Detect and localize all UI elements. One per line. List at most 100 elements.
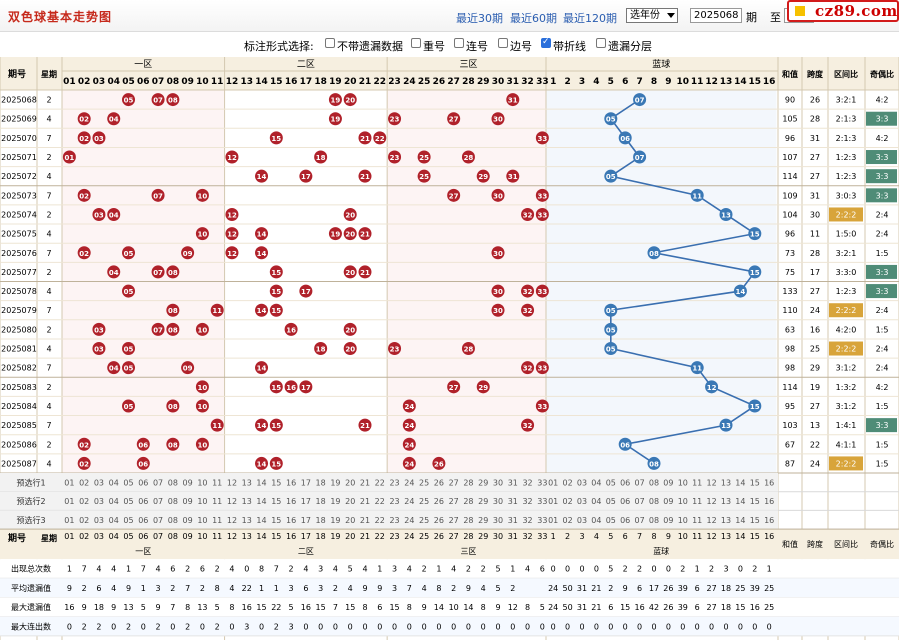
preselect-red-cell[interactable]: 20 <box>345 478 355 487</box>
preselect-red-cell[interactable]: 08 <box>168 478 178 487</box>
preselect-red-cell[interactable]: 04 <box>109 478 119 487</box>
preselect-red-cell[interactable]: 13 <box>242 516 252 525</box>
preselect-blue-cell[interactable]: 11 <box>692 497 702 506</box>
preselect-red-cell[interactable]: 08 <box>168 516 178 525</box>
preselect-blue-cell[interactable]: 07 <box>635 497 645 506</box>
preselect-red-cell[interactable]: 07 <box>153 516 163 525</box>
preselect-red-cell[interactable]: 28 <box>463 478 473 487</box>
preselect-blue-cell[interactable]: 06 <box>620 516 630 525</box>
preselect-red-cell[interactable]: 03 <box>94 497 104 506</box>
preselect-red-cell[interactable]: 22 <box>375 516 385 525</box>
preselect-red-cell[interactable]: 22 <box>375 478 385 487</box>
preselect-red-cell[interactable]: 31 <box>508 516 518 525</box>
preselect-red-cell[interactable]: 33 <box>537 478 547 487</box>
preselect-blue-cell[interactable]: 16 <box>764 478 774 487</box>
preselect-red-cell[interactable]: 29 <box>478 497 488 506</box>
preselect-blue-cell[interactable]: 02 <box>563 516 573 525</box>
preselect-red-cell[interactable]: 16 <box>286 516 296 525</box>
preselect-red-cell[interactable]: 32 <box>522 497 532 506</box>
preselect-red-cell[interactable]: 23 <box>389 516 399 525</box>
preselect-red-cell[interactable]: 20 <box>345 516 355 525</box>
preselect-red-cell[interactable]: 23 <box>389 497 399 506</box>
preselect-red-cell[interactable]: 17 <box>301 516 311 525</box>
preselect-red-cell[interactable]: 03 <box>94 516 104 525</box>
preselect-red-cell[interactable]: 04 <box>109 497 119 506</box>
preselect-red-cell[interactable]: 08 <box>168 497 178 506</box>
preselect-red-cell[interactable]: 18 <box>316 497 326 506</box>
preselect-red-cell[interactable]: 14 <box>256 478 266 487</box>
preselect-blue-cell[interactable]: 04 <box>591 497 601 506</box>
preselect-red-cell[interactable]: 17 <box>301 478 311 487</box>
preselect-red-cell[interactable]: 31 <box>508 497 518 506</box>
preselect-red-cell[interactable]: 01 <box>64 497 74 506</box>
preselect-red-cell[interactable]: 13 <box>242 478 252 487</box>
preselect-red-cell[interactable]: 15 <box>271 478 281 487</box>
preselect-blue-cell[interactable]: 15 <box>750 497 760 506</box>
preselect-red-cell[interactable]: 27 <box>449 478 459 487</box>
preselect-red-cell[interactable]: 02 <box>79 478 89 487</box>
preselect-blue-cell[interactable]: 12 <box>707 478 717 487</box>
preselect-blue-cell[interactable]: 05 <box>606 497 616 506</box>
preselect-red-cell[interactable]: 25 <box>419 516 429 525</box>
preselect-red-cell[interactable]: 09 <box>183 478 193 487</box>
preselect-blue-cell[interactable]: 12 <box>707 516 717 525</box>
preselect-blue-cell[interactable]: 15 <box>750 516 760 525</box>
preselect-red-cell[interactable]: 23 <box>389 478 399 487</box>
preselect-blue-cell[interactable]: 07 <box>635 516 645 525</box>
preselect-red-cell[interactable]: 16 <box>286 478 296 487</box>
preselect-red-cell[interactable]: 07 <box>153 497 163 506</box>
preselect-red-cell[interactable]: 27 <box>449 516 459 525</box>
preselect-blue-cell[interactable]: 11 <box>692 478 702 487</box>
preselect-red-cell[interactable]: 16 <box>286 497 296 506</box>
preselect-red-cell[interactable]: 09 <box>183 497 193 506</box>
preselect-blue-cell[interactable]: 12 <box>707 497 717 506</box>
preselect-red-cell[interactable]: 02 <box>79 497 89 506</box>
preselect-red-cell[interactable]: 01 <box>64 516 74 525</box>
preselect-blue-cell[interactable]: 14 <box>735 516 745 525</box>
preselect-red-cell[interactable]: 32 <box>522 516 532 525</box>
preselect-red-cell[interactable]: 15 <box>271 516 281 525</box>
preselect-red-cell[interactable]: 05 <box>123 497 133 506</box>
preselect-red-cell[interactable]: 32 <box>522 478 532 487</box>
preselect-blue-cell[interactable]: 10 <box>678 478 688 487</box>
preselect-red-cell[interactable]: 24 <box>404 478 414 487</box>
preselect-blue-cell[interactable]: 03 <box>577 497 587 506</box>
preselect-blue-cell[interactable]: 01 <box>548 478 558 487</box>
preselect-red-cell[interactable]: 02 <box>79 516 89 525</box>
preselect-red-cell[interactable]: 24 <box>404 497 414 506</box>
preselect-red-cell[interactable]: 25 <box>419 478 429 487</box>
preselect-red-cell[interactable]: 26 <box>434 497 444 506</box>
preselect-blue-cell[interactable]: 04 <box>591 478 601 487</box>
preselect-red-cell[interactable]: 30 <box>493 478 503 487</box>
preselect-blue-cell[interactable]: 16 <box>764 516 774 525</box>
preselect-blue-cell[interactable]: 06 <box>620 478 630 487</box>
preselect-red-cell[interactable]: 01 <box>64 478 74 487</box>
preselect-red-cell[interactable]: 28 <box>463 497 473 506</box>
preselect-red-cell[interactable]: 29 <box>478 516 488 525</box>
preselect-red-cell[interactable]: 14 <box>256 516 266 525</box>
preselect-blue-cell[interactable]: 15 <box>750 478 760 487</box>
preselect-blue-cell[interactable]: 01 <box>548 497 558 506</box>
preselect-blue-cell[interactable]: 02 <box>563 478 573 487</box>
preselect-red-cell[interactable]: 04 <box>109 516 119 525</box>
preselect-blue-cell[interactable]: 05 <box>606 478 616 487</box>
preselect-red-cell[interactable]: 12 <box>227 478 237 487</box>
preselect-red-cell[interactable]: 11 <box>212 516 222 525</box>
preselect-blue-cell[interactable]: 04 <box>591 516 601 525</box>
preselect-red-cell[interactable]: 11 <box>212 497 222 506</box>
preselect-red-cell[interactable]: 17 <box>301 497 311 506</box>
preselect-red-cell[interactable]: 10 <box>197 497 207 506</box>
preselect-blue-cell[interactable]: 13 <box>721 478 731 487</box>
preselect-red-cell[interactable]: 14 <box>256 497 266 506</box>
preselect-blue-cell[interactable]: 02 <box>563 497 573 506</box>
preselect-blue-cell[interactable]: 03 <box>577 516 587 525</box>
preselect-blue-cell[interactable]: 05 <box>606 516 616 525</box>
preselect-red-cell[interactable]: 10 <box>197 478 207 487</box>
preselect-red-cell[interactable]: 25 <box>419 497 429 506</box>
preselect-red-cell[interactable]: 05 <box>123 478 133 487</box>
preselect-red-cell[interactable]: 13 <box>242 497 252 506</box>
preselect-blue-cell[interactable]: 06 <box>620 497 630 506</box>
preselect-red-cell[interactable]: 15 <box>271 497 281 506</box>
preselect-blue-cell[interactable]: 13 <box>721 497 731 506</box>
preselect-blue-cell[interactable]: 16 <box>764 497 774 506</box>
